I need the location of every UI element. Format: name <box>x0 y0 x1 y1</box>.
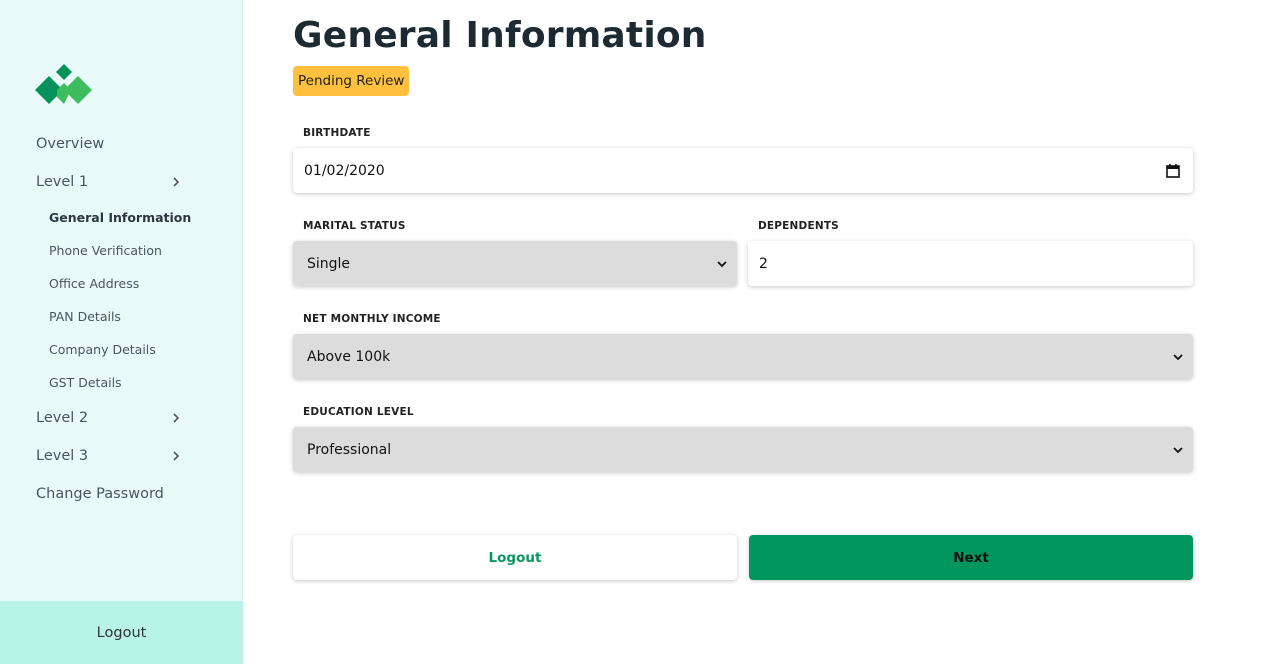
sidebar-subitem-office-address[interactable]: Office Address <box>49 276 139 291</box>
sidebar-subitem-label: PAN Details <box>49 309 121 324</box>
calendar-icon[interactable] <box>1158 163 1188 179</box>
sidebar-item-level-3[interactable]: Level 3 <box>36 448 186 464</box>
sidebar-subitem-label: Phone Verification <box>49 243 162 258</box>
sidebar-item-label: Level 2 <box>36 410 89 426</box>
net-monthly-income-label: NET MONTHLY INCOME <box>303 313 441 325</box>
education-level-label: EDUCATION LEVEL <box>303 406 414 418</box>
dependents-label: DEPENDENTS <box>758 220 839 232</box>
marital-status-value: Single <box>307 255 351 272</box>
chevron-right-icon <box>173 413 180 423</box>
chevron-down-icon <box>1163 444 1193 456</box>
sidebar-subitem-label: General Information <box>49 210 192 225</box>
chevron-down-icon <box>707 258 737 270</box>
sidebar-logout-button[interactable]: Logout <box>0 601 243 664</box>
birthdate-label: BIRTHDATE <box>303 127 371 139</box>
sidebar-logout-label: Logout <box>96 624 147 641</box>
logo[interactable] <box>35 64 93 108</box>
sidebar: Overview Level 1 General Information Pho… <box>0 0 243 664</box>
dependents-input[interactable]: 2 <box>748 241 1193 286</box>
status-badge: Pending Review <box>293 66 410 96</box>
sidebar-subitem-gst-details[interactable]: GST Details <box>49 375 122 390</box>
sidebar-item-label: Overview <box>36 136 105 152</box>
sidebar-subitem-company-details[interactable]: Company Details <box>49 342 156 357</box>
chevron-down-icon <box>1163 351 1193 363</box>
education-level-value: Professional <box>307 441 392 458</box>
sidebar-subitem-phone-verification[interactable]: Phone Verification <box>49 243 162 258</box>
chevron-right-icon <box>173 177 180 187</box>
next-button[interactable]: Next <box>749 535 1193 580</box>
marital-status-label: MARITAL STATUS <box>303 220 406 232</box>
sidebar-subitem-general-information[interactable]: General Information <box>49 210 191 225</box>
page-title: General Information <box>293 15 707 56</box>
sidebar-item-level-1[interactable]: Level 1 <box>36 174 186 190</box>
sidebar-item-overview[interactable]: Overview <box>36 136 186 152</box>
logout-button[interactable]: Logout <box>293 535 737 580</box>
sidebar-item-label: Level 3 <box>36 448 89 464</box>
sidebar-subitem-label: GST Details <box>49 375 122 390</box>
sidebar-subitem-label: Office Address <box>49 276 140 291</box>
logo-icon <box>35 64 92 104</box>
education-level-select[interactable]: Professional <box>293 427 1193 472</box>
birthdate-value: 01/02/2020 <box>304 162 385 179</box>
marital-status-select[interactable]: Single <box>293 241 737 286</box>
birthdate-field[interactable]: 01/02/2020 <box>293 148 1193 193</box>
sidebar-item-change-password[interactable]: Change Password <box>36 486 186 502</box>
net-monthly-income-value: Above 100k <box>307 348 391 365</box>
main-content: General Information Pending Review BIRTH… <box>293 0 1193 664</box>
sidebar-subitem-pan-details[interactable]: PAN Details <box>49 309 121 324</box>
dependents-value: 2 <box>759 255 768 272</box>
sidebar-item-level-2[interactable]: Level 2 <box>36 410 186 426</box>
sidebar-item-label: Level 1 <box>36 174 89 190</box>
sidebar-subitem-label: Company Details <box>49 342 156 357</box>
chevron-right-icon <box>173 451 180 461</box>
sidebar-item-label: Change Password <box>36 486 164 502</box>
net-monthly-income-select[interactable]: Above 100k <box>293 334 1193 379</box>
